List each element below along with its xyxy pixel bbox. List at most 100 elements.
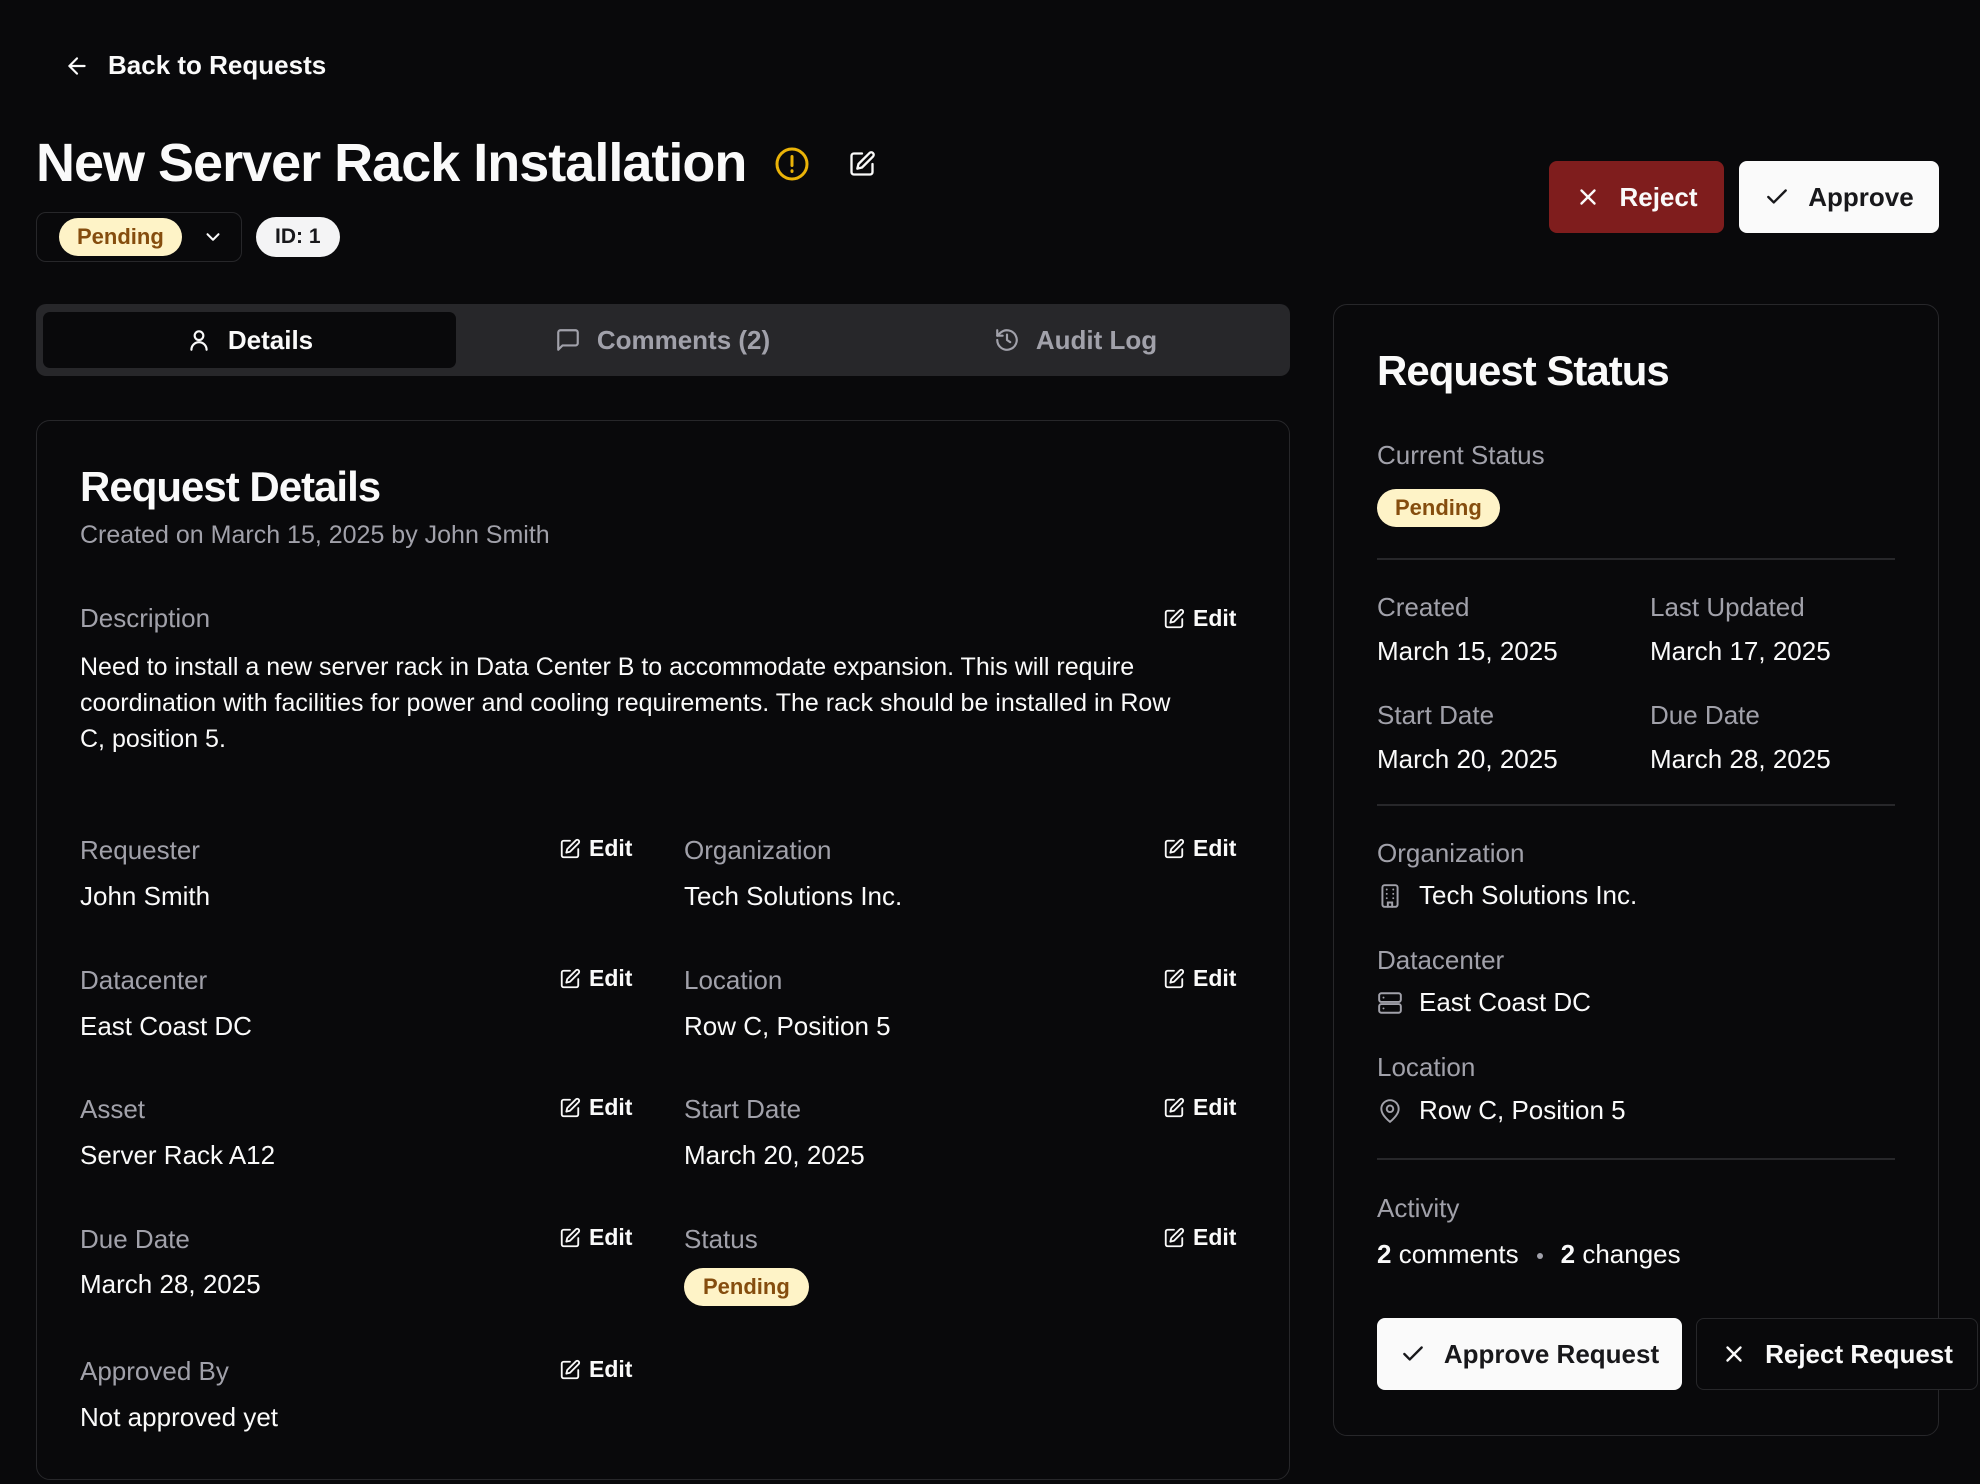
location-value: Row C, Position 5 <box>684 1011 891 1041</box>
edit-icon <box>1163 838 1185 860</box>
request-status-title: Request Status <box>1377 347 1670 394</box>
activity-summary: 2 comments 2 changes <box>1377 1239 1681 1270</box>
approve-button[interactable]: Approve <box>1739 161 1939 233</box>
edit-icon <box>559 1097 581 1119</box>
description-line: C, position 5. <box>80 725 226 753</box>
description-line: coordination with facilities for power a… <box>80 689 1171 717</box>
edit-label: Edit <box>1193 835 1237 861</box>
edit-title-icon[interactable] <box>848 150 876 178</box>
request-details-card: Request Details Created on March 15, 202… <box>36 420 1290 1480</box>
status-select-value: Pending <box>59 218 182 256</box>
reject-request-label: Reject Request <box>1765 1338 1953 1369</box>
activity-label: Activity <box>1377 1193 1460 1223</box>
location-row: Row C, Position 5 <box>1377 1095 1626 1126</box>
datacenter-value: East Coast DC <box>80 1011 252 1041</box>
edit-asset-button[interactable]: Edit <box>559 1094 632 1121</box>
edit-label: Edit <box>589 965 633 991</box>
tab-details-label: Details <box>227 324 314 355</box>
datacenter-value: East Coast DC <box>1419 987 1591 1017</box>
separator-dot <box>1536 1253 1543 1260</box>
back-link-label: Back to Requests <box>108 50 327 80</box>
organization-label: Organization <box>684 835 832 865</box>
tab-list: Details Comments (2) Audit Log <box>36 304 1290 376</box>
datacenter-row: East Coast DC <box>1377 987 1591 1018</box>
map-pin-icon <box>1377 1098 1403 1124</box>
divider <box>1377 1158 1895 1160</box>
status-label: Status <box>684 1224 758 1254</box>
building-icon <box>1377 883 1403 909</box>
current-status-label: Current Status <box>1377 440 1545 470</box>
comments-word: comments <box>1398 1239 1519 1269</box>
reject-button[interactable]: Reject <box>1549 161 1724 233</box>
approved-by-value: Not approved yet <box>80 1402 279 1432</box>
organization-value: Tech Solutions Inc. <box>1419 880 1638 910</box>
edit-description-button[interactable]: Edit <box>1163 605 1236 632</box>
edit-icon <box>1163 1097 1185 1119</box>
requester-value: John Smith <box>80 881 211 911</box>
organization-value: Tech Solutions Inc. <box>684 881 903 911</box>
last-updated-label: Last Updated <box>1650 592 1805 622</box>
approve-request-button[interactable]: Approve Request <box>1377 1318 1682 1390</box>
datacenter-label: Datacenter <box>1377 945 1505 975</box>
edit-datacenter-button[interactable]: Edit <box>559 965 632 992</box>
location-value: Row C, Position 5 <box>1419 1095 1626 1125</box>
created-value: March 15, 2025 <box>1377 636 1558 666</box>
edit-requester-button[interactable]: Edit <box>559 835 632 862</box>
edit-label: Edit <box>589 1356 633 1382</box>
chevron-down-icon <box>202 226 224 248</box>
description-label: Description <box>80 603 211 633</box>
x-icon <box>1721 1341 1747 1367</box>
reject-request-button[interactable]: Reject Request <box>1696 1318 1978 1390</box>
tab-audit-log[interactable]: Audit Log <box>869 312 1282 368</box>
created-label: Created <box>1377 592 1470 622</box>
asset-label: Asset <box>80 1094 146 1124</box>
edit-label: Edit <box>1193 605 1237 631</box>
due-date-value: March 28, 2025 <box>80 1269 261 1299</box>
tab-details[interactable]: Details <box>43 312 456 368</box>
changes-count: 2 <box>1560 1239 1576 1269</box>
back-to-requests-link[interactable]: Back to Requests <box>64 50 326 81</box>
edit-approved-by-button[interactable]: Edit <box>559 1356 632 1383</box>
edit-start-date-button[interactable]: Edit <box>1163 1094 1236 1121</box>
start-date-value: March 20, 2025 <box>1377 744 1558 774</box>
due-date-label: Due Date <box>80 1224 190 1254</box>
request-status-card: Request Status Current Status Pending Cr… <box>1333 304 1939 1436</box>
edit-icon <box>1163 968 1185 990</box>
reject-button-label: Reject <box>1619 181 1698 212</box>
start-date-value: March 20, 2025 <box>684 1140 865 1170</box>
tab-comments[interactable]: Comments (2) <box>456 312 869 368</box>
edit-due-date-button[interactable]: Edit <box>559 1224 632 1251</box>
divider <box>1377 558 1895 560</box>
status-badge: Pending <box>684 1268 809 1306</box>
check-icon <box>1764 184 1790 210</box>
arrow-left-icon <box>64 53 90 79</box>
history-icon <box>994 327 1020 353</box>
comments-count: 2 <box>1377 1239 1392 1269</box>
message-square-icon <box>555 327 581 353</box>
edit-label: Edit <box>589 1094 633 1120</box>
current-status-badge: Pending <box>1377 489 1500 527</box>
alert-circle-icon <box>774 146 810 182</box>
edit-label: Edit <box>1193 965 1237 991</box>
check-icon <box>1400 1341 1426 1367</box>
approve-button-label: Approve <box>1808 181 1914 212</box>
edit-status-button[interactable]: Edit <box>1163 1224 1236 1251</box>
divider <box>1377 804 1895 806</box>
tab-audit-log-label: Audit Log <box>1035 324 1158 355</box>
edit-label: Edit <box>589 835 633 861</box>
organization-label: Organization <box>1377 838 1525 868</box>
location-label: Location <box>684 965 783 995</box>
edit-location-button[interactable]: Edit <box>1163 965 1236 992</box>
start-date-label: Start Date <box>684 1094 802 1124</box>
status-select[interactable]: Pending <box>36 212 242 262</box>
approved-by-label: Approved By <box>80 1356 229 1386</box>
changes-word: changes <box>1582 1239 1681 1269</box>
approve-request-label: Approve Request <box>1443 1338 1660 1369</box>
last-updated-value: March 17, 2025 <box>1650 636 1831 666</box>
server-icon <box>1377 990 1403 1016</box>
edit-icon <box>559 1359 581 1381</box>
edit-label: Edit <box>589 1224 633 1250</box>
edit-organization-button[interactable]: Edit <box>1163 835 1236 862</box>
edit-icon <box>1163 1227 1185 1249</box>
due-date-value: March 28, 2025 <box>1650 744 1831 774</box>
